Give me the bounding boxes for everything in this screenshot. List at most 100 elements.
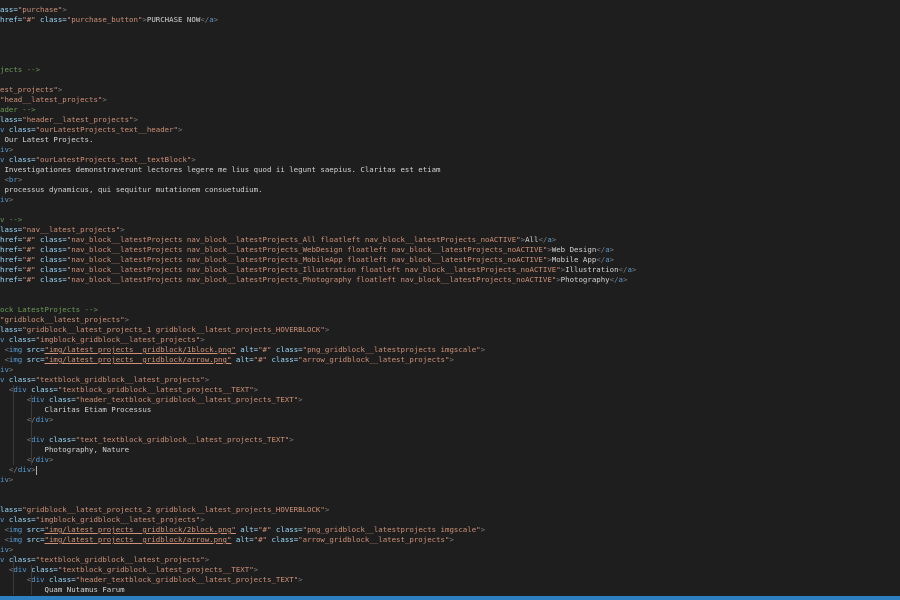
code-token: div (35, 455, 49, 464)
code-token: class= (271, 525, 303, 534)
code-line[interactable]: href="#" class="nav_block__latestProject… (0, 265, 900, 275)
code-token: "imgblock_gridblock__latest_projects" (35, 515, 201, 524)
code-line[interactable]: href="#" class="nav_block__latestProject… (0, 245, 900, 255)
code-line[interactable]: </div> (0, 465, 900, 475)
code-line[interactable]: <div class="header_textblock_gridblock__… (0, 575, 900, 585)
code-token: > (253, 565, 259, 574)
code-line[interactable]: <div class="textblock_gridblock__latest_… (0, 385, 900, 395)
code-line[interactable]: v class="textblock_gridblock__latest_pro… (0, 555, 900, 565)
code-line[interactable]: lass="gridblock__latest_projects_2 gridb… (0, 505, 900, 515)
code-token: > (17, 175, 23, 184)
code-line[interactable]: Photography, Nature (0, 445, 900, 455)
code-line[interactable] (0, 205, 900, 215)
code-line[interactable]: <img src="img/latest_projects__gridblock… (0, 535, 900, 545)
code-line[interactable]: <img src="img/latest_projects__gridblock… (0, 355, 900, 365)
code-line[interactable]: </div> (0, 455, 900, 465)
code-token: Photography (560, 275, 610, 284)
code-line[interactable]: ass="purchase"> (0, 5, 900, 15)
code-token: div (17, 465, 32, 474)
code-line[interactable]: ader --> (0, 105, 900, 115)
code-token: div (31, 395, 45, 404)
code-line[interactable] (0, 35, 900, 45)
code-token: br (8, 175, 18, 184)
code-token: "arrow_gridblock__latest_projects" (298, 535, 450, 544)
code-line[interactable]: v class="textblock_gridblock__latest_pro… (0, 375, 900, 385)
code-line[interactable]: iv> (0, 545, 900, 555)
code-line[interactable] (0, 485, 900, 495)
code-token: class= (35, 275, 67, 284)
code-line[interactable]: "gridblock__latest_projects"> (0, 315, 900, 325)
indent-guide (12, 455, 14, 465)
code-line[interactable]: </div> (0, 415, 900, 425)
code-line[interactable]: jects --> (0, 65, 900, 75)
code-token: class= (4, 515, 36, 524)
code-line[interactable]: <br> (0, 175, 900, 185)
code-token: src= (22, 525, 45, 534)
code-token: class= (35, 15, 67, 24)
code-line[interactable] (0, 295, 900, 305)
code-line[interactable] (0, 45, 900, 55)
code-line[interactable] (0, 75, 900, 85)
code-line[interactable]: href="#" class="purchase_button" > PURCHAS… (0, 15, 900, 25)
code-line[interactable] (0, 425, 900, 435)
code-editor[interactable]: ass="purchase"> href="#" class="purchase_… (0, 0, 900, 596)
code-token: < (0, 535, 9, 544)
code-line[interactable]: <img src="img/latest_projects__gridblock… (0, 345, 900, 355)
code-line[interactable]: lass="nav__latest_projects"> (0, 225, 900, 235)
code-token: class= (4, 125, 36, 134)
code-line[interactable]: Our Latest Projects. (0, 135, 900, 145)
code-line[interactable]: est_projects"> (0, 85, 900, 95)
code-line[interactable]: <div class="text_textblock_gridblock__la… (0, 435, 900, 445)
code-token: All (525, 235, 539, 244)
code-line[interactable]: Claritas Etiam Processus (0, 405, 900, 415)
text-cursor (35, 465, 37, 475)
code-line[interactable] (0, 55, 900, 65)
code-line[interactable]: href="#" class="nav_block__latestProject… (0, 275, 900, 285)
code-line[interactable]: ock LatestProjects --> (0, 305, 900, 315)
code-token: > (8, 365, 14, 374)
code-line[interactable]: v class="imgblock_gridblock__latest_proj… (0, 335, 900, 345)
code-token: div (13, 565, 27, 574)
code-token: < (0, 525, 9, 534)
code-token: "purchase" (17, 5, 63, 14)
code-token: class= (4, 375, 36, 384)
code-line[interactable] (0, 25, 900, 35)
code-line[interactable]: lass="gridblock__latest_projects_1 gridb… (0, 325, 900, 335)
code-token: "nav_block__latestProjects nav_block__la… (66, 245, 548, 254)
code-line[interactable]: Investigationes demonstraverunt lectores… (0, 165, 900, 175)
code-token: img (8, 345, 23, 354)
code-line[interactable]: iv> (0, 365, 900, 375)
indent-guide (30, 425, 32, 435)
code-line[interactable] (0, 285, 900, 295)
code-line[interactable]: v class="ourLatestProjects_text__header"… (0, 125, 900, 135)
code-line[interactable]: v class="ourLatestProjects_text__textBlo… (0, 155, 900, 165)
code-token: "header_textblock_gridblock__latest_proj… (75, 395, 299, 404)
code-token: > (298, 395, 303, 404)
code-line[interactable]: lass="header__latest_projects"> (0, 115, 900, 125)
code-line[interactable]: <img src="img/latest_projects__gridblock… (0, 525, 900, 535)
code-line[interactable]: "head__latest_projects"> (0, 95, 900, 105)
code-token: src= (22, 355, 45, 364)
code-line[interactable]: iv> (0, 475, 900, 485)
code-line[interactable]: processus dynamicus, qui sequitur mutati… (0, 185, 900, 195)
code-token: > (622, 275, 628, 284)
code-token: > (48, 455, 54, 464)
code-line[interactable]: <div class="textblock_gridblock__latest_… (0, 565, 900, 575)
code-line[interactable]: href="#" class="nav_block__latestProject… (0, 255, 900, 265)
code-token: "nav_block__latestProjects nav_block__la… (66, 275, 557, 284)
code-line[interactable]: Quam Nutamus Farum (0, 585, 900, 595)
code-line[interactable] (0, 495, 900, 505)
code-line[interactable]: iv> (0, 145, 900, 155)
code-token: div (31, 575, 45, 584)
code-token: > (289, 435, 294, 444)
code-token: Investigationes demonstraverunt lectores… (0, 165, 441, 174)
code-token: > (253, 385, 259, 394)
code-line[interactable]: iv> (0, 195, 900, 205)
code-line[interactable]: v class="imgblock_gridblock__latest_proj… (0, 515, 900, 525)
code-token: Photography, Nature (0, 445, 130, 454)
indent-guide (12, 435, 14, 445)
code-line[interactable]: v --> (0, 215, 900, 225)
code-token: "ourLatestProjects_text__header" (35, 125, 178, 134)
code-line[interactable]: <div class="header_textblock_gridblock__… (0, 395, 900, 405)
code-line[interactable]: href="#" class="nav_block__latestProject… (0, 235, 900, 245)
